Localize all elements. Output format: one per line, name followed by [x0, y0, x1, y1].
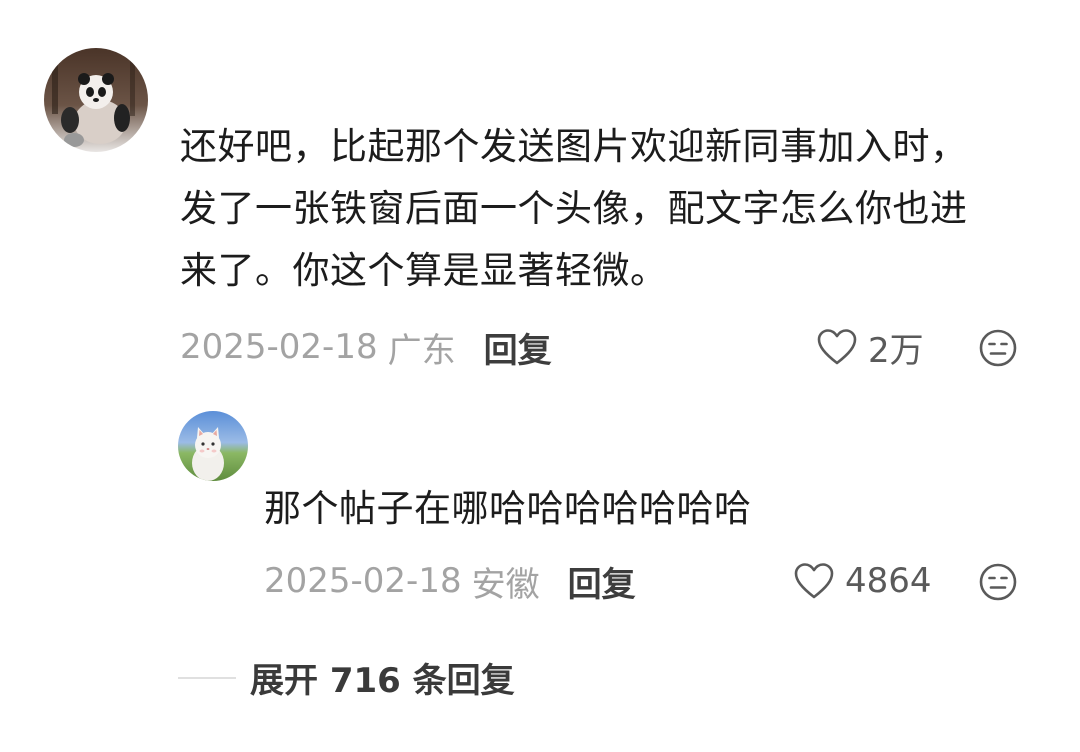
comment-text: 还好吧，比起那个发送图片欢迎新同事加入时， 发了一张铁窗后面一个头像，配文字怎么…: [180, 116, 1050, 302]
reply-meta: 2025-02-18 安徽 回复: [264, 556, 636, 606]
emoji-reaction-button[interactable]: [978, 562, 1018, 602]
reply-text: 那个帖子在哪哈哈哈哈哈哈哈: [264, 478, 1044, 540]
heart-outline-icon: [816, 328, 858, 366]
like-count: 4864: [845, 561, 932, 601]
emoji-reaction-button[interactable]: [978, 328, 1018, 368]
cat-avatar-icon: [178, 411, 248, 481]
like-button[interactable]: 4864: [793, 556, 932, 606]
expand-replies-button[interactable]: 展开 716 条回复: [250, 652, 515, 702]
comment-line: 还好吧，比起那个发送图片欢迎新同事加入时，: [180, 125, 968, 168]
reply-button[interactable]: 回复: [568, 557, 636, 606]
user-avatar[interactable]: [178, 411, 248, 481]
neutral-face-icon: [978, 562, 1018, 602]
reply-location: 安徽: [471, 564, 540, 605]
expand-divider: [178, 677, 236, 679]
heart-outline-icon: [793, 562, 835, 600]
comment-meta: 2025-02-18 广东 回复: [180, 322, 552, 372]
user-avatar[interactable]: [44, 48, 148, 152]
comment-location: 广东: [387, 330, 456, 371]
comment-line: 发了一张铁窗后面一个头像，配文字怎么你也进: [180, 187, 968, 230]
reply-date: 2025-02-18: [264, 561, 462, 601]
reply-line: 那个帖子在哪哈哈哈哈哈哈哈: [264, 487, 752, 530]
panda-avatar-icon: [44, 48, 148, 152]
comment-line: 来了。你这个算是显著轻微。: [180, 249, 668, 292]
neutral-face-icon: [978, 328, 1018, 368]
like-button[interactable]: 2万: [816, 322, 924, 372]
comment-date: 2025-02-18: [180, 327, 378, 367]
reply-button[interactable]: 回复: [484, 323, 552, 372]
like-count: 2万: [868, 330, 924, 371]
